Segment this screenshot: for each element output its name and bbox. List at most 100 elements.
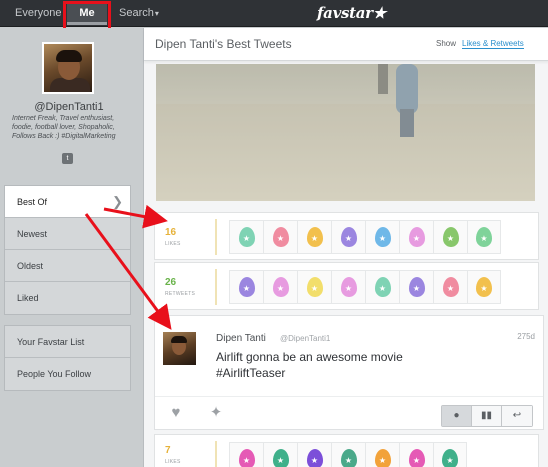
egg-avatar-icon: ★ <box>374 449 391 467</box>
main-content: Dipen Tanti's Best Tweets Show Likes & R… <box>143 28 548 467</box>
sidebar-item-label: Best Of <box>17 197 48 207</box>
sidebar-item-label: Newest <box>17 229 48 239</box>
user-avatar[interactable]: ★ <box>229 220 263 254</box>
tweet-avatar[interactable] <box>163 332 196 365</box>
retweets-row: 26 RETWEETS ★ ★ ★ ★ ★ ★ ★ ★ <box>154 262 539 310</box>
user-avatar[interactable]: ★ <box>263 270 297 304</box>
egg-avatar-icon: ★ <box>340 449 357 467</box>
user-avatar[interactable]: ★ <box>467 220 501 254</box>
reply-icon[interactable]: ↩ <box>502 406 532 426</box>
retweets-count[interactable]: 26 <box>165 277 176 288</box>
nav-search-dropdown[interactable]: Search▾ <box>119 0 159 27</box>
tweet-text-line: Airlift gonna be an awesome movie <box>216 350 403 364</box>
user-avatar[interactable]: ★ <box>331 442 365 467</box>
user-avatar[interactable]: ★ <box>433 442 467 467</box>
star-icon: ★ <box>344 234 353 243</box>
sidebar-item-label: People You Follow <box>17 369 92 379</box>
star-icon: ★ <box>378 456 387 465</box>
star-icon: ★ <box>412 234 421 243</box>
star-icon: ★ <box>276 234 285 243</box>
retweeters-list: ★ ★ ★ ★ ★ ★ ★ ★ <box>229 270 501 304</box>
star-icon: ★ <box>344 456 353 465</box>
profile-handle: @DipenTanti1 <box>34 101 104 113</box>
sidebar-item-newest[interactable]: Newest <box>5 218 130 250</box>
egg-avatar-icon: ★ <box>442 277 459 297</box>
sidebar-item-best-of[interactable]: Best Of ❯ <box>5 186 130 218</box>
user-avatar[interactable]: ★ <box>399 442 433 467</box>
likes-count-2[interactable]: 7 <box>165 445 171 456</box>
main-header: Dipen Tanti's Best Tweets Show Likes & R… <box>144 28 548 61</box>
user-avatar[interactable]: ★ <box>433 270 467 304</box>
chevron-down-icon: ▾ <box>154 9 159 18</box>
user-avatar[interactable]: ★ <box>399 270 433 304</box>
user-avatar[interactable]: ★ <box>467 270 501 304</box>
user-avatar[interactable]: ★ <box>297 442 331 467</box>
egg-avatar-icon: ★ <box>340 277 357 297</box>
tweet-age[interactable]: 275d <box>517 332 535 341</box>
twitter-icon[interactable]: t <box>62 153 73 164</box>
likes-count[interactable]: 16 <box>165 227 176 238</box>
star-icon: ★ <box>378 284 387 293</box>
row-separator <box>215 441 217 467</box>
user-avatar[interactable]: ★ <box>331 220 365 254</box>
star-icon: ★ <box>310 456 319 465</box>
egg-avatar-icon: ★ <box>408 227 425 247</box>
sidebar-item-liked[interactable]: Liked <box>5 282 130 314</box>
star-icon: ★ <box>344 284 353 293</box>
user-avatar[interactable]: ★ <box>365 270 399 304</box>
page-title: Dipen Tanti's Best Tweets <box>155 37 292 51</box>
bar-chart-icon[interactable]: ▮▮ <box>472 406 502 426</box>
star-icon: ★ <box>446 456 454 465</box>
egg-avatar-icon: ★ <box>374 227 391 247</box>
tweet-author-handle[interactable]: @DipenTanti1 <box>280 334 330 343</box>
likes-row-2: 7 LIKES ★ ★ ★ ★ ★ ★ ★ <box>154 434 539 467</box>
likes-label: LIKES <box>165 241 181 247</box>
user-avatar[interactable]: ★ <box>365 220 399 254</box>
egg-avatar-icon: ★ <box>238 227 255 247</box>
user-avatar[interactable]: ★ <box>331 270 365 304</box>
sidebar-item-your-favstar-list[interactable]: Your Favstar List <box>5 326 130 358</box>
sidebar-item-people-you-follow[interactable]: People You Follow <box>5 358 130 390</box>
user-avatar[interactable]: ★ <box>229 442 263 467</box>
profile-bio: Internet Freak, Travel enthusiast, foodi… <box>12 115 116 140</box>
nav-search-label: Search <box>119 7 154 19</box>
heart-icon[interactable]: ♥ <box>167 404 185 422</box>
sidebar-item-label: Liked <box>17 293 39 303</box>
user-avatar[interactable]: ★ <box>263 442 297 467</box>
tweet-photo[interactable] <box>156 64 535 201</box>
person-icon[interactable]: ● <box>442 406 472 426</box>
show-label: Show <box>436 39 457 48</box>
row-separator <box>215 269 217 305</box>
pin-icon[interactable]: ✦ <box>207 404 225 422</box>
profile-avatar[interactable] <box>42 42 94 94</box>
star-icon: ★ <box>446 284 455 293</box>
user-avatar[interactable]: ★ <box>365 442 399 467</box>
user-avatar[interactable]: ★ <box>297 220 331 254</box>
user-avatar[interactable]: ★ <box>433 220 467 254</box>
nav-everyone[interactable]: Everyone <box>15 0 61 27</box>
retweets-label: RETWEETS <box>165 291 196 297</box>
tweet-hashtag[interactable]: #AirliftTeaser <box>216 365 516 381</box>
tweet-author-name[interactable]: Dipen Tanti <box>216 333 266 344</box>
tweet-card: Dipen Tanti @DipenTanti1 275d Airlift go… <box>154 315 544 430</box>
egg-avatar-icon: ★ <box>238 449 255 467</box>
egg-avatar-icon: ★ <box>306 449 323 467</box>
sidebar-item-oldest[interactable]: Oldest <box>5 250 130 282</box>
user-avatar[interactable]: ★ <box>399 220 433 254</box>
user-avatar[interactable]: ★ <box>263 220 297 254</box>
user-avatar[interactable]: ★ <box>297 270 331 304</box>
egg-avatar-icon: ★ <box>272 277 289 297</box>
star-icon: ★ <box>446 234 455 243</box>
row-separator <box>215 219 217 255</box>
egg-avatar-icon: ★ <box>340 227 357 247</box>
user-avatar[interactable]: ★ <box>229 270 263 304</box>
egg-avatar-icon: ★ <box>306 227 323 247</box>
favstar-logo[interactable]: favstar★ <box>317 4 386 22</box>
show-likes-retweets-link[interactable]: Likes & Retweets <box>462 39 524 49</box>
egg-avatar-icon: ★ <box>374 277 391 297</box>
view-toggle-group: ● ▮▮ ↩ <box>441 405 533 427</box>
star-icon: ★ <box>242 456 251 465</box>
likes-row: 16 LIKES ★ ★ ★ ★ ★ ★ ★ ★ <box>154 212 539 260</box>
egg-avatar-icon: ★ <box>408 277 425 297</box>
egg-avatar-icon: ★ <box>238 277 255 297</box>
